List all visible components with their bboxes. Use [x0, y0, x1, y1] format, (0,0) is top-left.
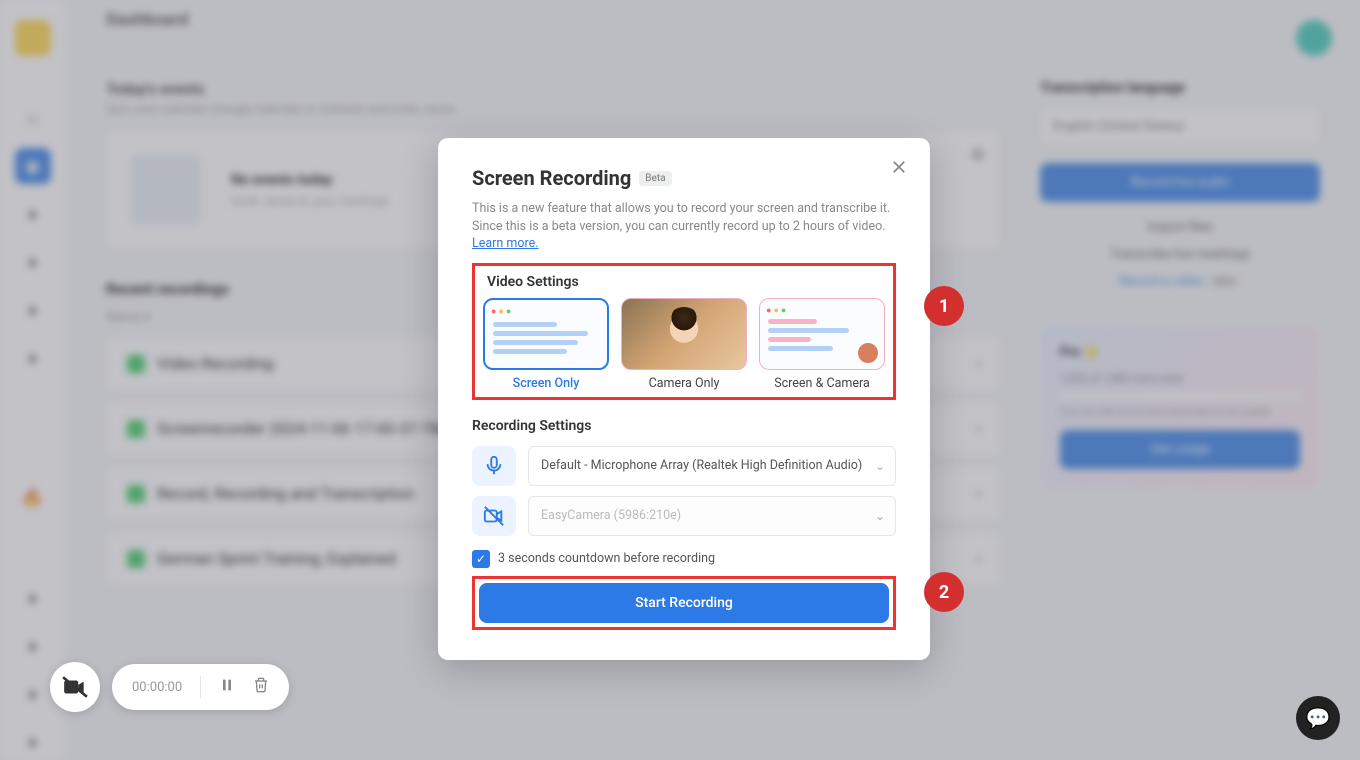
chevron-down-icon: ⌄: [875, 509, 885, 523]
camera-select[interactable]: EasyCamera (5986:210e) ⌄: [528, 496, 896, 536]
delete-button[interactable]: [253, 677, 269, 697]
microphone-select[interactable]: Default - Microphone Array (Realtek High…: [528, 446, 896, 486]
modal-description: This is a new feature that allows you to…: [472, 200, 896, 253]
countdown-checkbox[interactable]: ✓: [472, 550, 490, 568]
annotation-badge-2: 2: [924, 572, 964, 612]
option-label: Screen Only: [483, 370, 609, 391]
start-recording-button[interactable]: Start Recording: [479, 583, 889, 623]
learn-more-link[interactable]: Learn more.: [472, 236, 539, 251]
beta-badge: Beta: [639, 171, 671, 186]
recording-time: 00:00:00: [132, 680, 182, 695]
screen-recording-modal: Screen Recording Beta This is a new feat…: [438, 138, 930, 660]
option-screen-camera[interactable]: ●●● Screen & Camera: [759, 298, 885, 391]
mini-camera-icon: [856, 341, 880, 365]
camera-preview-thumb: [621, 298, 747, 370]
window-dots-icon: ●●●: [491, 306, 513, 317]
video-settings-title: Video Settings: [483, 274, 885, 290]
option-label: Screen & Camera: [759, 370, 885, 391]
option-label: Camera Only: [621, 370, 747, 391]
camera-toggle-button[interactable]: [50, 662, 100, 712]
recording-settings-title: Recording Settings: [472, 418, 896, 434]
option-camera-only[interactable]: Camera Only: [621, 298, 747, 391]
video-settings-highlight: Video Settings ●●● Screen Only Camera On…: [472, 263, 896, 400]
countdown-label: 3 seconds countdown before recording: [498, 551, 715, 566]
annotation-badge-1: 1: [924, 286, 964, 326]
recording-controls: 00:00:00: [50, 662, 289, 712]
start-button-highlight: Start Recording: [472, 576, 896, 630]
chevron-down-icon: ⌄: [875, 459, 885, 473]
option-screen-only[interactable]: ●●● Screen Only: [483, 298, 609, 391]
microphone-icon: [472, 446, 516, 486]
help-fab[interactable]: 💬: [1296, 696, 1340, 740]
pause-button[interactable]: [219, 677, 235, 697]
window-dots-icon: ●●●: [766, 305, 788, 316]
modal-title: Screen Recording: [472, 166, 631, 190]
close-button[interactable]: [890, 158, 908, 180]
camera-off-icon: [472, 496, 516, 536]
